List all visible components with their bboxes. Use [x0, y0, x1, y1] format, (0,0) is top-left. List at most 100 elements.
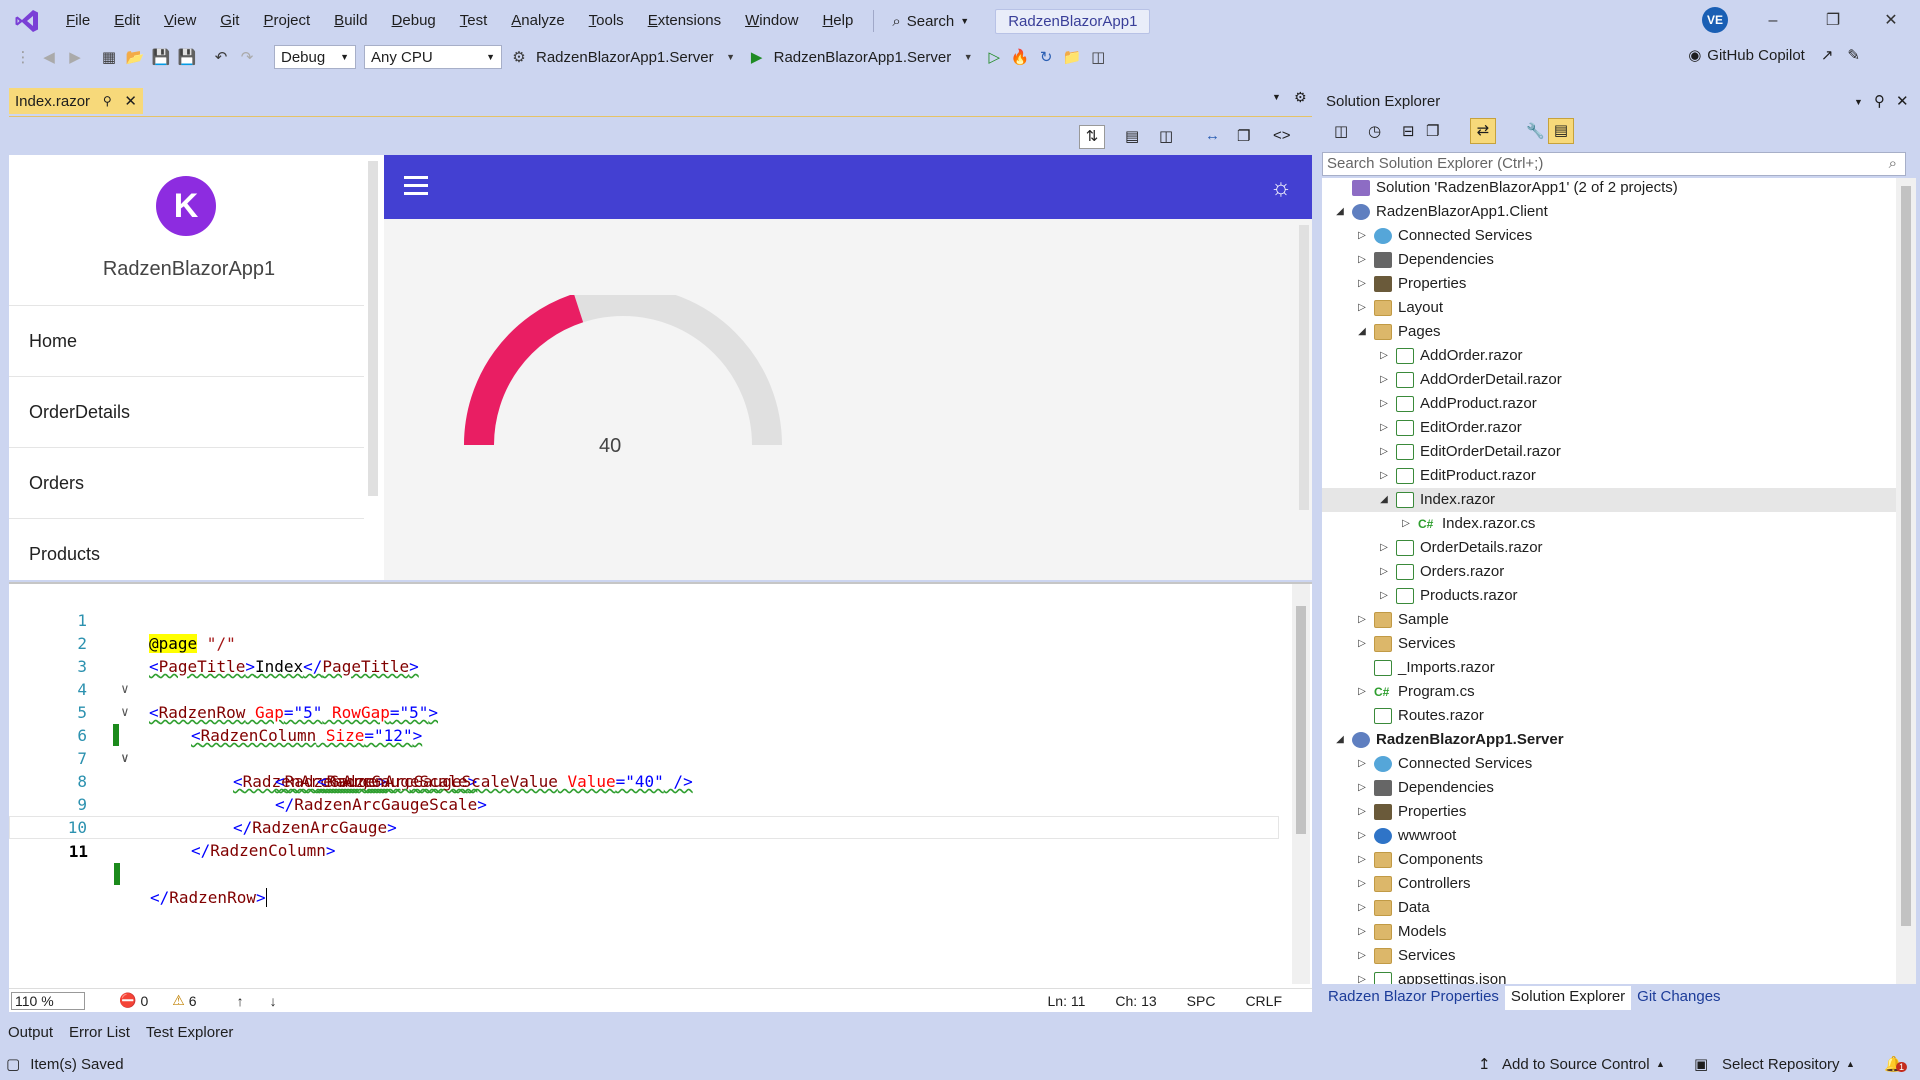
switch-views-icon[interactable]: ◫ [1334, 122, 1348, 140]
collapsed-arrow-icon[interactable]: ▷ [1356, 632, 1368, 656]
close-window-icon[interactable]: ✕ [1868, 0, 1914, 42]
restore-icon[interactable]: ❐ [1810, 0, 1856, 42]
menu-view[interactable]: View [152, 0, 208, 42]
tree-item[interactable]: ▷ AddProduct.razor [1322, 392, 1896, 416]
select-repository-button[interactable]: Select Repository [1722, 1056, 1840, 1073]
chevron-down-icon[interactable]: ▼ [720, 46, 742, 68]
tree-item[interactable]: _Imports.razor [1322, 656, 1896, 680]
new-project-icon[interactable]: ▦ [98, 46, 120, 68]
whitespace-indicator[interactable]: SPC [1187, 993, 1216, 1009]
menu-analyze[interactable]: Analyze [499, 0, 576, 42]
tree-item[interactable]: ▷ EditOrderDetail.razor [1322, 440, 1896, 464]
swap-panes-icon[interactable]: ↔ [1205, 127, 1220, 144]
collapsed-arrow-icon[interactable]: ▷ [1378, 344, 1390, 368]
run-target-button[interactable]: RadzenBlazorApp1.Server [774, 49, 952, 66]
tab-list-dropdown-icon[interactable]: ▼ [1272, 92, 1281, 102]
line-indicator[interactable]: Ln: 11 [1048, 993, 1086, 1009]
tab-output[interactable]: Output [0, 1024, 61, 1041]
sync-with-document-icon[interactable]: ⇄ [1470, 118, 1496, 144]
tab-radzen-blazor-properties[interactable]: Radzen Blazor Properties [1322, 986, 1505, 1010]
tree-item[interactable]: ▷ Services [1322, 944, 1896, 968]
collapsed-arrow-icon[interactable]: ▷ [1356, 272, 1368, 296]
collapsed-arrow-icon[interactable]: ▷ [1356, 872, 1368, 896]
hamburger-menu-icon[interactable] [404, 176, 428, 200]
error-count[interactable]: 0 [140, 993, 148, 1009]
collapsed-arrow-icon[interactable]: ▷ [1356, 896, 1368, 920]
tree-item[interactable]: ◢ Index.razor [1322, 488, 1896, 512]
code-editor[interactable]: 1 @page "/" 2 <PageTitle>Index</PageTitl… [9, 582, 1312, 988]
menu-git[interactable]: Git [208, 0, 251, 42]
show-all-files-icon[interactable]: ❐ [1426, 122, 1439, 140]
tree-item[interactable]: ▷ wwwroot [1322, 824, 1896, 848]
collapsed-arrow-icon[interactable]: ▷ [1356, 248, 1368, 272]
collapsed-arrow-icon[interactable]: ▷ [1356, 224, 1368, 248]
menu-help[interactable]: Help [810, 0, 865, 42]
platform-dropdown[interactable]: Any CPU ▼ [364, 45, 502, 69]
copilot-button[interactable]: ◉ GitHub Copilot ↗ ✎ [1688, 46, 1860, 65]
tree-item[interactable]: ▷ appsettings.json [1322, 968, 1896, 984]
collapsed-arrow-icon[interactable]: ▷ [1356, 848, 1368, 872]
tree-item[interactable]: ▷ Models [1322, 920, 1896, 944]
tree-item[interactable]: ◢ RadzenBlazorApp1.Client [1322, 200, 1896, 224]
start-without-debugging-icon[interactable]: ▷ [983, 46, 1005, 68]
tab-error-list[interactable]: Error List [61, 1024, 138, 1041]
collapsed-arrow-icon[interactable]: ▷ [1356, 608, 1368, 632]
tree-item[interactable]: ▷ Dependencies [1322, 248, 1896, 272]
menu-build[interactable]: Build [322, 0, 379, 42]
collapsed-arrow-icon[interactable]: ▷ [1378, 392, 1390, 416]
collapsed-arrow-icon[interactable]: ▷ [1356, 968, 1368, 984]
nav-home[interactable]: Home [9, 305, 364, 375]
close-icon[interactable]: ✕ [1896, 90, 1909, 114]
tree-item[interactable]: ▷ Connected Services [1322, 224, 1896, 248]
chevron-up-icon[interactable]: ▲ [1846, 1059, 1855, 1069]
vertical-split-icon[interactable]: ◫ [1159, 127, 1173, 145]
collapsed-arrow-icon[interactable]: ▷ [1378, 584, 1390, 608]
theme-toggle-sun-icon[interactable]: ☼ [1270, 174, 1292, 202]
open-folder-icon[interactable]: 📂 [124, 46, 146, 68]
menu-project[interactable]: Project [251, 0, 322, 42]
tree-item[interactable]: Routes.razor [1322, 704, 1896, 728]
tree-item[interactable]: ▷ AddOrder.razor [1322, 344, 1896, 368]
solution-explorer-search-input[interactable]: Search Solution Explorer (Ctrl+;) ⌕ [1322, 152, 1906, 176]
preview-selected-icon[interactable]: ▤ [1548, 118, 1574, 144]
tree-item[interactable]: ▷ C# Program.cs [1322, 680, 1896, 704]
add-to-source-control-button[interactable]: Add to Source Control [1502, 1056, 1650, 1073]
responsive-icon[interactable]: ❐ [1237, 127, 1250, 145]
properties-wrench-icon[interactable]: 🔧 [1526, 122, 1545, 140]
code-view-icon[interactable]: <> [1273, 127, 1291, 144]
start-debugging-icon[interactable]: ▶ [746, 46, 768, 68]
warning-icon[interactable]: ⚠ [172, 992, 185, 1009]
navigate-forward-icon[interactable]: ▶ [64, 46, 86, 68]
menu-debug[interactable]: Debug [380, 0, 448, 42]
tree-item[interactable]: ▷ AddOrderDetail.razor [1322, 368, 1896, 392]
tree-item[interactable]: ▷ Data [1322, 896, 1896, 920]
collapsed-arrow-icon[interactable]: ▷ [1400, 512, 1412, 536]
tree-item[interactable]: ▷ Components [1322, 848, 1896, 872]
collapsed-arrow-icon[interactable]: ▷ [1378, 560, 1390, 584]
feedback-icon[interactable]: ✎ [1847, 46, 1860, 64]
account-avatar[interactable]: VE [1702, 7, 1728, 33]
tree-item[interactable]: ▷ EditOrder.razor [1322, 416, 1896, 440]
tree-item[interactable]: ▷ Connected Services [1322, 752, 1896, 776]
menu-edit[interactable]: Edit [102, 0, 152, 42]
history-icon[interactable]: ◷ [1368, 122, 1381, 140]
expanded-arrow-icon[interactable]: ◢ [1378, 488, 1390, 512]
tab-settings-gear-icon[interactable]: ⚙ [1294, 89, 1307, 106]
tab-test-explorer[interactable]: Test Explorer [138, 1024, 242, 1041]
tree-item[interactable]: ▷ Dependencies [1322, 776, 1896, 800]
collapsed-arrow-icon[interactable]: ▷ [1378, 440, 1390, 464]
collapsed-arrow-icon[interactable]: ▷ [1356, 800, 1368, 824]
hot-reload-icon[interactable]: 🔥 [1009, 46, 1031, 68]
menu-extensions[interactable]: Extensions [636, 0, 733, 42]
startup-project-dropdown[interactable]: RadzenBlazorApp1.Server [536, 49, 714, 66]
collapsed-arrow-icon[interactable]: ▷ [1356, 944, 1368, 968]
navigate-back-icon[interactable]: ◀ [38, 46, 60, 68]
tree-item[interactable]: ◢ RadzenBlazorApp1.Server [1322, 728, 1896, 752]
close-icon[interactable]: ✕ [124, 92, 137, 110]
collapsed-arrow-icon[interactable]: ▷ [1356, 680, 1368, 704]
nav-orderdetails[interactable]: OrderDetails [9, 376, 364, 446]
refresh-icon[interactable]: ↻ [1035, 46, 1057, 68]
warning-count[interactable]: 6 [189, 993, 197, 1009]
collapsed-arrow-icon[interactable]: ▷ [1378, 536, 1390, 560]
collapsed-arrow-icon[interactable]: ▷ [1356, 752, 1368, 776]
